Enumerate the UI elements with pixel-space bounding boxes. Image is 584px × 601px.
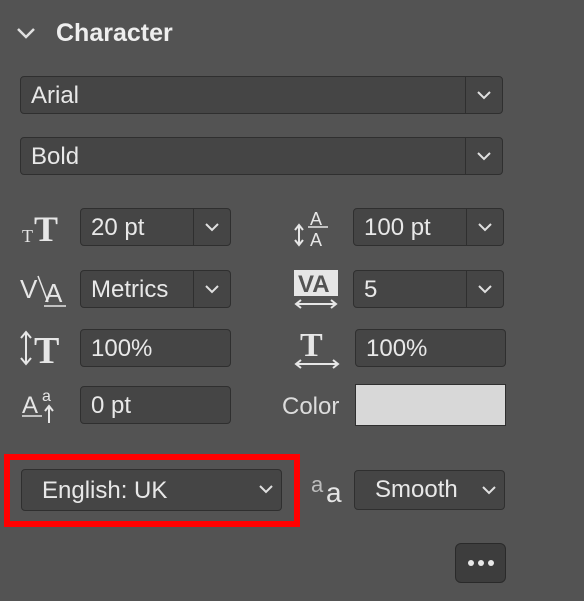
horizontal-scale-icon: T xyxy=(292,326,342,370)
chevron-down-icon[interactable] xyxy=(466,209,503,245)
font-size-field[interactable]: 20 pt xyxy=(80,208,231,246)
svg-text:V: V xyxy=(20,274,38,304)
chevron-down-icon[interactable] xyxy=(465,77,502,113)
kerning-select[interactable]: Metrics xyxy=(80,270,231,308)
antialias-icon-large-glyph: a xyxy=(326,477,342,508)
more-icon xyxy=(467,560,474,566)
horizontal-scale-value: 100% xyxy=(366,335,428,362)
chevron-down-icon[interactable] xyxy=(465,138,502,174)
baseline-shift-icon: A a xyxy=(20,385,66,427)
svg-text:a: a xyxy=(42,388,51,405)
svg-text:T: T xyxy=(34,209,58,246)
more-icon xyxy=(487,560,494,566)
language-value: English: UK xyxy=(42,477,168,504)
horizontal-scale-field[interactable]: 100% xyxy=(355,329,506,367)
font-style-select[interactable]: Bold xyxy=(20,137,503,175)
antialias-icon: a a xyxy=(310,470,348,508)
chevron-down-icon[interactable] xyxy=(193,209,230,245)
tracking-field[interactable]: 5 xyxy=(353,270,504,308)
leading-field[interactable]: 100 pt xyxy=(353,208,504,246)
antialias-select[interactable]: Smooth xyxy=(354,470,505,510)
font-size-icon: T T xyxy=(20,208,66,249)
antialias-value: Smooth xyxy=(375,476,458,503)
kerning-icon: V A xyxy=(18,268,68,310)
svg-text:T: T xyxy=(22,226,33,246)
vertical-scale-field[interactable]: 100% xyxy=(80,329,231,367)
svg-text:VA: VA xyxy=(298,271,330,298)
svg-text:A: A xyxy=(310,209,322,229)
language-select[interactable]: English: UK xyxy=(21,469,282,511)
kerning-value: Metrics xyxy=(91,276,169,303)
chevron-down-icon[interactable] xyxy=(259,485,273,494)
chevron-down-icon[interactable] xyxy=(14,22,38,44)
color-swatch[interactable] xyxy=(355,384,506,426)
tracking-icon: VA xyxy=(292,266,340,312)
svg-text:A: A xyxy=(45,278,63,308)
vertical-scale-value: 100% xyxy=(91,335,153,362)
font-size-value: 20 pt xyxy=(91,214,145,241)
chevron-down-icon[interactable] xyxy=(482,486,496,495)
chevron-down-icon[interactable] xyxy=(193,271,230,307)
svg-text:T: T xyxy=(34,330,59,369)
svg-text:A: A xyxy=(22,392,38,419)
baseline-shift-value: 0 pt xyxy=(91,392,132,419)
leading-icon: A A xyxy=(292,206,340,250)
font-style-value: Bold xyxy=(31,143,80,170)
font-family-value: Arial xyxy=(31,82,80,109)
panel-title: Character xyxy=(56,19,173,47)
chevron-down-icon[interactable] xyxy=(466,271,503,307)
antialias-icon-small-glyph: a xyxy=(311,472,324,497)
vertical-scale-icon: T xyxy=(18,327,68,372)
svg-text:T: T xyxy=(300,327,323,364)
leading-value: 100 pt xyxy=(364,214,431,241)
color-label: Color xyxy=(282,393,340,420)
tracking-value: 5 xyxy=(364,276,378,303)
baseline-shift-field[interactable]: 0 pt xyxy=(80,386,231,424)
font-family-select[interactable]: Arial xyxy=(20,76,503,114)
more-icon xyxy=(477,560,484,566)
more-options-button[interactable] xyxy=(455,543,506,583)
svg-text:A: A xyxy=(310,230,322,248)
